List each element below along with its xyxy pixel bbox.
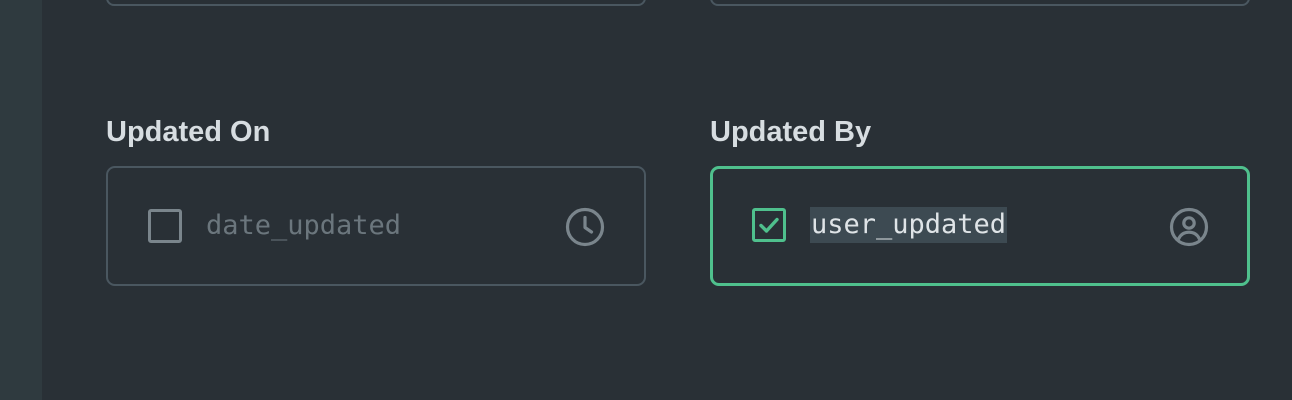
previous-field-card-left[interactable] [106, 0, 646, 6]
sidebar-edge [0, 0, 42, 400]
check-icon [759, 217, 779, 233]
updated-by-field-card[interactable]: user_updated [710, 166, 1250, 286]
account-circle-icon [1168, 206, 1210, 248]
updated-by-field-key: user_updated [810, 207, 1008, 243]
updated-on-checkbox[interactable] [148, 209, 182, 243]
clock-icon [564, 206, 606, 248]
updated-by-checkbox[interactable] [752, 208, 786, 242]
previous-field-card-right[interactable] [710, 0, 1250, 6]
updated-on-field-card[interactable]: date_updated [106, 166, 646, 286]
updated-on-label: Updated On [106, 116, 271, 148]
updated-by-label: Updated By [710, 116, 872, 148]
updated-on-field-key: date_updated [206, 210, 402, 241]
